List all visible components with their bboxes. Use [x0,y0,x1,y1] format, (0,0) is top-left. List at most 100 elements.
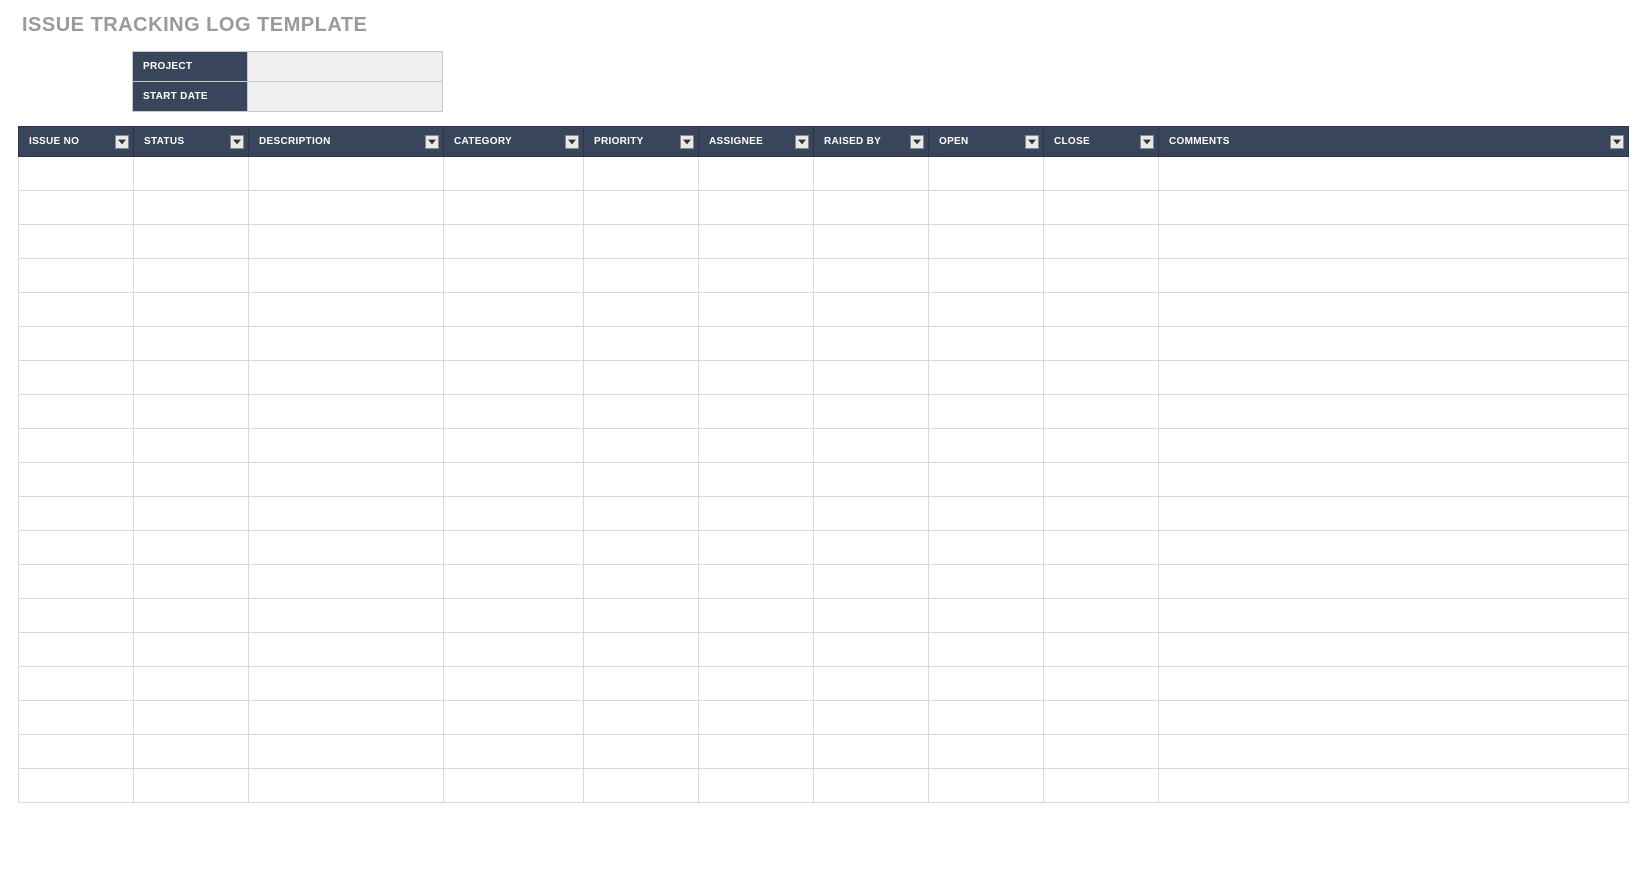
cell-close[interactable] [1044,769,1159,803]
cell-raised_by[interactable] [814,327,929,361]
cell-close[interactable] [1044,293,1159,327]
cell-description[interactable] [249,429,444,463]
cell-raised_by[interactable] [814,599,929,633]
cell-issue_no[interactable] [19,463,134,497]
filter-dropdown-icon[interactable] [115,135,129,149]
cell-close[interactable] [1044,531,1159,565]
cell-priority[interactable] [584,395,699,429]
cell-status[interactable] [134,293,249,327]
cell-category[interactable] [444,157,584,191]
cell-status[interactable] [134,769,249,803]
cell-raised_by[interactable] [814,633,929,667]
cell-raised_by[interactable] [814,531,929,565]
cell-close[interactable] [1044,463,1159,497]
cell-comments[interactable] [1159,293,1629,327]
cell-comments[interactable] [1159,395,1629,429]
cell-description[interactable] [249,191,444,225]
cell-category[interactable] [444,361,584,395]
cell-issue_no[interactable] [19,327,134,361]
cell-open[interactable] [929,259,1044,293]
cell-description[interactable] [249,599,444,633]
cell-assignee[interactable] [699,497,814,531]
cell-raised_by[interactable] [814,157,929,191]
column-header-priority[interactable]: PRIORITY [584,127,699,157]
cell-status[interactable] [134,599,249,633]
cell-status[interactable] [134,701,249,735]
cell-status[interactable] [134,395,249,429]
cell-close[interactable] [1044,565,1159,599]
cell-priority[interactable] [584,701,699,735]
cell-priority[interactable] [584,735,699,769]
cell-priority[interactable] [584,497,699,531]
cell-assignee[interactable] [699,769,814,803]
cell-category[interactable] [444,769,584,803]
cell-raised_by[interactable] [814,225,929,259]
cell-open[interactable] [929,701,1044,735]
cell-priority[interactable] [584,361,699,395]
cell-close[interactable] [1044,225,1159,259]
cell-comments[interactable] [1159,497,1629,531]
filter-dropdown-icon[interactable] [910,135,924,149]
cell-assignee[interactable] [699,633,814,667]
cell-status[interactable] [134,361,249,395]
filter-dropdown-icon[interactable] [1610,135,1624,149]
cell-category[interactable] [444,565,584,599]
cell-status[interactable] [134,531,249,565]
cell-status[interactable] [134,463,249,497]
cell-description[interactable] [249,531,444,565]
cell-assignee[interactable] [699,259,814,293]
cell-priority[interactable] [584,667,699,701]
cell-raised_by[interactable] [814,565,929,599]
start-date-value-cell[interactable] [248,82,443,112]
cell-comments[interactable] [1159,633,1629,667]
column-header-category[interactable]: CATEGORY [444,127,584,157]
cell-status[interactable] [134,157,249,191]
cell-priority[interactable] [584,633,699,667]
cell-description[interactable] [249,361,444,395]
cell-issue_no[interactable] [19,769,134,803]
cell-close[interactable] [1044,259,1159,293]
cell-close[interactable] [1044,633,1159,667]
cell-close[interactable] [1044,429,1159,463]
cell-issue_no[interactable] [19,395,134,429]
cell-issue_no[interactable] [19,429,134,463]
cell-issue_no[interactable] [19,497,134,531]
cell-status[interactable] [134,225,249,259]
cell-close[interactable] [1044,157,1159,191]
cell-comments[interactable] [1159,599,1629,633]
cell-assignee[interactable] [699,157,814,191]
cell-priority[interactable] [584,327,699,361]
cell-status[interactable] [134,429,249,463]
cell-open[interactable] [929,327,1044,361]
cell-open[interactable] [929,225,1044,259]
cell-comments[interactable] [1159,191,1629,225]
cell-open[interactable] [929,667,1044,701]
cell-priority[interactable] [584,293,699,327]
cell-raised_by[interactable] [814,395,929,429]
cell-open[interactable] [929,361,1044,395]
cell-raised_by[interactable] [814,463,929,497]
cell-status[interactable] [134,565,249,599]
cell-category[interactable] [444,531,584,565]
cell-open[interactable] [929,191,1044,225]
cell-description[interactable] [249,259,444,293]
cell-priority[interactable] [584,429,699,463]
column-header-issue_no[interactable]: ISSUE NO [19,127,134,157]
cell-raised_by[interactable] [814,769,929,803]
cell-description[interactable] [249,701,444,735]
cell-comments[interactable] [1159,565,1629,599]
cell-close[interactable] [1044,497,1159,531]
cell-open[interactable] [929,497,1044,531]
column-header-open[interactable]: OPEN [929,127,1044,157]
filter-dropdown-icon[interactable] [230,135,244,149]
cell-description[interactable] [249,395,444,429]
column-header-status[interactable]: STATUS [134,127,249,157]
cell-assignee[interactable] [699,463,814,497]
cell-close[interactable] [1044,191,1159,225]
cell-raised_by[interactable] [814,293,929,327]
cell-assignee[interactable] [699,735,814,769]
cell-raised_by[interactable] [814,361,929,395]
cell-comments[interactable] [1159,769,1629,803]
cell-category[interactable] [444,599,584,633]
cell-description[interactable] [249,565,444,599]
